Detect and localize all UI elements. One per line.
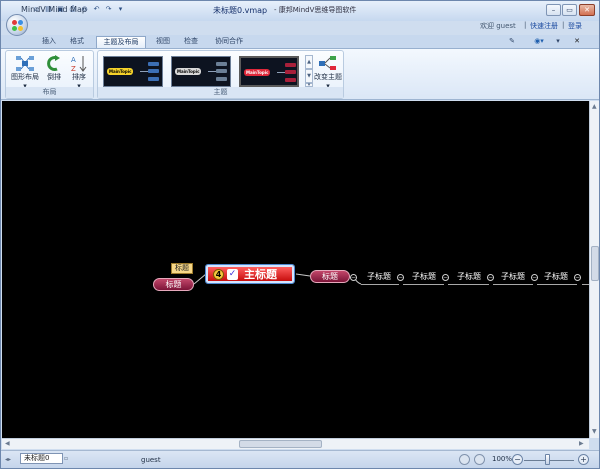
orb-dot-yellow-icon bbox=[18, 26, 23, 31]
collapse-icon[interactable]: − bbox=[487, 274, 494, 281]
app-menu-button[interactable] bbox=[6, 14, 28, 36]
callout-label[interactable]: 标题 bbox=[171, 263, 193, 274]
zoom-slider-thumb[interactable] bbox=[545, 454, 550, 465]
subtopic-4[interactable]: 子标题 bbox=[501, 271, 525, 282]
orb-dot-red-icon bbox=[12, 20, 17, 25]
subtopic-3[interactable]: 子标题 bbox=[457, 271, 481, 282]
subtopic-5[interactable]: 子标题 bbox=[544, 271, 568, 282]
sheet-tab[interactable]: 未标题0 bbox=[20, 453, 63, 464]
collapse-icon[interactable]: − bbox=[350, 274, 357, 281]
left-topic[interactable]: 标题 bbox=[153, 278, 194, 291]
subtopic-underline bbox=[537, 284, 577, 285]
app-window: ▫ ▤ ▣ ⎙ ◎ ↶ ↷ ▾ MindV Mind Map 未标题0.vmap… bbox=[0, 0, 600, 469]
collapse-icon[interactable]: − bbox=[442, 274, 449, 281]
vertical-scrollbar[interactable]: ▲ ▼ bbox=[589, 101, 599, 438]
collapse-icon[interactable]: − bbox=[397, 274, 404, 281]
status-bar: ◂▸ 未标题0 ▫ guest 100% − + bbox=[1, 450, 599, 468]
mindmap-connectors bbox=[193, 273, 362, 285]
connector-right bbox=[295, 273, 311, 277]
add-sheet-icon[interactable]: ▫ bbox=[64, 454, 68, 463]
scroll-down-icon[interactable]: ▼ bbox=[592, 427, 597, 436]
check-icon: ✓ bbox=[227, 268, 238, 280]
scroll-right-icon[interactable]: ▶ bbox=[579, 439, 584, 448]
sheet-nav-icon[interactable]: ◂▸ bbox=[5, 455, 11, 464]
scroll-left-icon[interactable]: ◀ bbox=[5, 439, 10, 448]
main-topic[interactable]: 4 ✓ 主标题 bbox=[205, 264, 295, 284]
subtopic-underline bbox=[403, 284, 444, 285]
collapse-icon[interactable]: − bbox=[531, 274, 538, 281]
chat-icon[interactable] bbox=[474, 454, 485, 465]
subtopic-underline bbox=[493, 284, 533, 285]
connector-left bbox=[193, 273, 207, 285]
subtopic-2[interactable]: 子标题 bbox=[412, 271, 436, 282]
collapse-icon[interactable]: − bbox=[574, 274, 581, 281]
subtopic-1[interactable]: 子标题 bbox=[367, 271, 391, 282]
subtopic-underline bbox=[582, 284, 589, 285]
right-topic[interactable]: 标题 bbox=[310, 270, 350, 283]
vertical-scroll-thumb[interactable] bbox=[591, 246, 599, 281]
zoom-level: 100% bbox=[492, 455, 513, 463]
subtopic-underline bbox=[361, 284, 399, 285]
priority-badge: 4 bbox=[213, 268, 224, 280]
orb-dot-green-icon bbox=[12, 26, 17, 31]
status-user: guest bbox=[141, 456, 161, 464]
main-topic-label: 主标题 bbox=[244, 268, 277, 281]
horizontal-scrollbar[interactable]: ◀ ▶ bbox=[2, 438, 589, 449]
scroll-up-icon[interactable]: ▲ bbox=[592, 102, 597, 111]
subtopic-underline bbox=[448, 284, 489, 285]
fit-view-icon[interactable] bbox=[459, 454, 470, 465]
orb-dot-blue-icon bbox=[18, 20, 23, 25]
horizontal-scroll-thumb[interactable] bbox=[239, 440, 322, 448]
zoom-in-button[interactable]: + bbox=[578, 454, 589, 465]
zoom-out-button[interactable]: − bbox=[512, 454, 523, 465]
